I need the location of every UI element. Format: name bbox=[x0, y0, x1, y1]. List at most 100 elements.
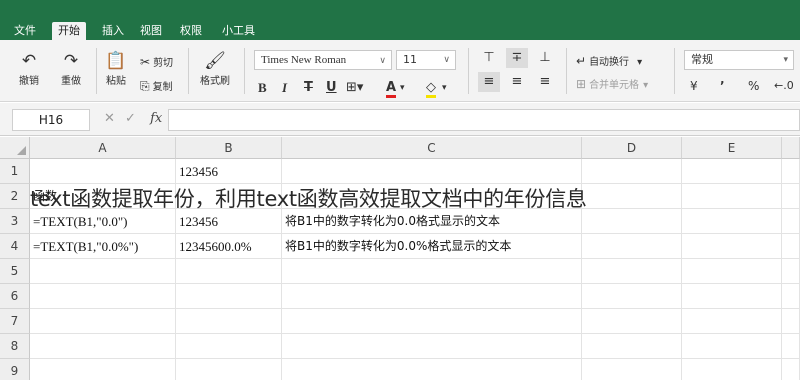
cell-e6[interactable] bbox=[682, 284, 782, 309]
row-header-2[interactable]: 2 bbox=[0, 184, 30, 209]
underline-button[interactable]: U bbox=[326, 80, 337, 96]
cell-e9[interactable] bbox=[682, 359, 782, 380]
align-middle-button[interactable]: ∓ bbox=[506, 48, 528, 68]
cell-c9[interactable] bbox=[282, 359, 582, 380]
align-center-button[interactable]: ≡ bbox=[506, 72, 528, 92]
cell-a5[interactable] bbox=[30, 259, 176, 284]
cell-c4[interactable]: 将B1中的数字转化为0.0%格式显示的文本 bbox=[282, 234, 582, 259]
row-header-8[interactable]: 8 bbox=[0, 334, 30, 359]
cell-d6[interactable] bbox=[582, 284, 682, 309]
function-icon[interactable]: fx bbox=[150, 111, 162, 126]
cell-f8[interactable] bbox=[782, 334, 800, 359]
cell-d9[interactable] bbox=[582, 359, 682, 380]
cell-b4[interactable]: 12345600.0% bbox=[176, 234, 282, 259]
cancel-icon[interactable]: ✕ bbox=[104, 111, 115, 126]
column-header-e[interactable]: E bbox=[682, 137, 782, 159]
cell-c7[interactable] bbox=[282, 309, 582, 334]
cell-b9[interactable] bbox=[176, 359, 282, 380]
cell-a8[interactable] bbox=[30, 334, 176, 359]
cell-f7[interactable] bbox=[782, 309, 800, 334]
cell-f3[interactable] bbox=[782, 209, 800, 234]
strikethrough-button[interactable]: T bbox=[304, 80, 313, 96]
cell-f5[interactable] bbox=[782, 259, 800, 284]
cell-b1[interactable]: 123456 bbox=[176, 159, 282, 184]
align-left-button[interactable]: ≡ bbox=[478, 72, 500, 92]
fill-color-button[interactable]: ◇ bbox=[426, 80, 436, 98]
cell-d1[interactable] bbox=[582, 159, 682, 184]
percent-button[interactable]: % bbox=[748, 78, 759, 94]
cell-e8[interactable] bbox=[682, 334, 782, 359]
currency-button[interactable]: ¥ bbox=[690, 78, 698, 94]
cell-a9[interactable] bbox=[30, 359, 176, 380]
align-top-button[interactable]: ⊤ bbox=[478, 48, 500, 68]
cell-a4[interactable]: =TEXT(B1,"0.0%") bbox=[30, 234, 176, 259]
cell-d8[interactable] bbox=[582, 334, 682, 359]
cell-f6[interactable] bbox=[782, 284, 800, 309]
font-color-button[interactable]: A bbox=[386, 80, 397, 98]
row-header-1[interactable]: 1 bbox=[0, 159, 30, 184]
paste-button[interactable]: 📋 粘贴 bbox=[100, 50, 132, 87]
wrap-text-button[interactable]: ↵ 自动换行 ▾ bbox=[576, 53, 642, 71]
row-header-9[interactable]: 9 bbox=[0, 359, 30, 380]
row-header-4[interactable]: 4 bbox=[0, 234, 30, 259]
cell-e7[interactable] bbox=[682, 309, 782, 334]
cell-d7[interactable] bbox=[582, 309, 682, 334]
row-header-5[interactable]: 5 bbox=[0, 259, 30, 284]
confirm-icon[interactable]: ✓ bbox=[125, 111, 136, 126]
undo-button[interactable]: ↶ 撤销 bbox=[12, 50, 46, 87]
cell-e5[interactable] bbox=[682, 259, 782, 284]
column-header-c[interactable]: C bbox=[282, 137, 582, 159]
format-painter-button[interactable]: 🖌 格式刷 bbox=[194, 50, 236, 87]
font-name-select[interactable]: Times New Roman ∨ bbox=[254, 50, 392, 70]
border-button[interactable]: ⊞▾ bbox=[346, 80, 363, 96]
cut-button[interactable]: ✂ 剪切 bbox=[140, 54, 173, 72]
align-right-button[interactable]: ≡ bbox=[534, 72, 556, 92]
column-header-b[interactable]: B bbox=[176, 137, 282, 159]
cell-b6[interactable] bbox=[176, 284, 282, 309]
row-header-7[interactable]: 7 bbox=[0, 309, 30, 334]
italic-button[interactable]: I bbox=[282, 80, 287, 96]
cell-e2[interactable] bbox=[682, 184, 782, 209]
cell-a1[interactable] bbox=[30, 159, 176, 184]
align-bottom-button[interactable]: ⊥ bbox=[534, 48, 556, 68]
cell-d5[interactable] bbox=[582, 259, 682, 284]
menu-insert[interactable]: 插入 bbox=[96, 22, 130, 40]
cell-b7[interactable] bbox=[176, 309, 282, 334]
menu-view[interactable]: 视图 bbox=[134, 22, 168, 40]
merge-cells-button[interactable]: ⊞ 合并单元格 ▾ bbox=[576, 76, 648, 94]
font-size-select[interactable]: 11 ∨ bbox=[396, 50, 456, 70]
comma-style-button[interactable]: ’ bbox=[720, 78, 725, 94]
select-all-corner[interactable] bbox=[0, 137, 30, 159]
menu-home[interactable]: 开始 bbox=[52, 22, 86, 40]
column-header-f[interactable] bbox=[782, 137, 800, 159]
copy-button[interactable]: ⎘ 复制 bbox=[140, 78, 173, 96]
menu-file[interactable]: 文件 bbox=[8, 22, 42, 40]
row-header-3[interactable]: 3 bbox=[0, 209, 30, 234]
formula-input[interactable] bbox=[168, 109, 800, 131]
row-header-6[interactable]: 6 bbox=[0, 284, 30, 309]
column-header-d[interactable]: D bbox=[582, 137, 682, 159]
cell-b8[interactable] bbox=[176, 334, 282, 359]
cell-e3[interactable] bbox=[682, 209, 782, 234]
cell-e4[interactable] bbox=[682, 234, 782, 259]
cell-c8[interactable] bbox=[282, 334, 582, 359]
cell-c5[interactable] bbox=[282, 259, 582, 284]
cell-f1[interactable] bbox=[782, 159, 800, 184]
fill-color-dropdown[interactable]: ▾ bbox=[442, 80, 447, 96]
cell-f2[interactable] bbox=[782, 184, 800, 209]
cell-d4[interactable] bbox=[582, 234, 682, 259]
bold-button[interactable]: B bbox=[258, 80, 267, 96]
cell-a7[interactable] bbox=[30, 309, 176, 334]
cell-f9[interactable] bbox=[782, 359, 800, 380]
menu-permissions[interactable]: 权限 bbox=[174, 22, 208, 40]
decimal-button[interactable]: ←.0 bbox=[774, 78, 794, 94]
font-color-dropdown[interactable]: ▾ bbox=[400, 80, 405, 96]
cell-b5[interactable] bbox=[176, 259, 282, 284]
cell-c1[interactable] bbox=[282, 159, 582, 184]
cell-c6[interactable] bbox=[282, 284, 582, 309]
number-format-select[interactable]: 常规 ▾ bbox=[684, 50, 794, 70]
column-header-a[interactable]: A bbox=[30, 137, 176, 159]
cell-e1[interactable] bbox=[682, 159, 782, 184]
cell-d3[interactable] bbox=[582, 209, 682, 234]
cell-a6[interactable] bbox=[30, 284, 176, 309]
